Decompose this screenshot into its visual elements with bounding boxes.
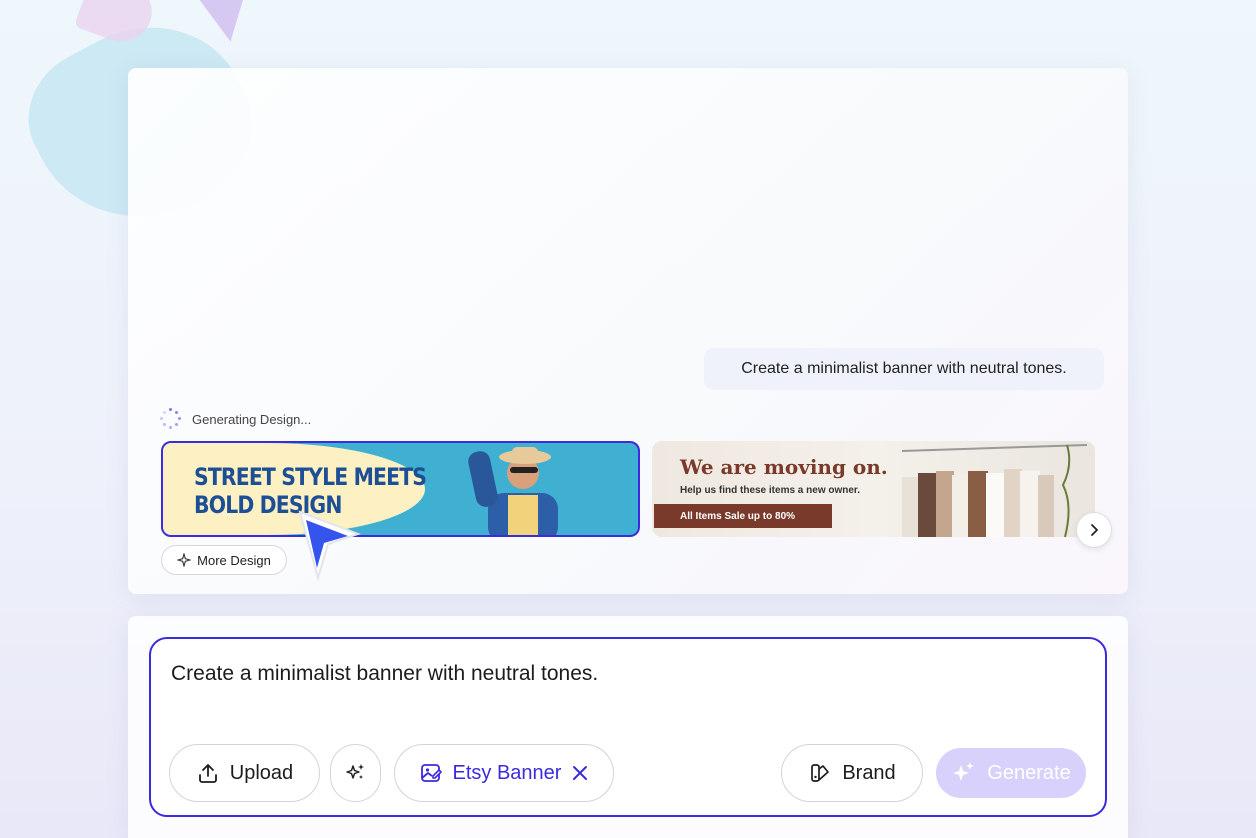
template-chip-etsy-banner[interactable]: Etsy Banner	[394, 744, 614, 802]
close-icon[interactable]	[571, 764, 589, 782]
generate-label: Generate	[987, 761, 1071, 784]
enhance-prompt-button[interactable]	[330, 744, 381, 802]
sale-tag: All Items Sale up to 80%	[654, 504, 832, 528]
prompt-input-text[interactable]: Create a minimalist banner with neutral …	[171, 662, 598, 686]
next-design-button[interactable]	[1076, 512, 1112, 548]
brand-icon	[811, 764, 830, 782]
design-title: We are moving on.	[680, 455, 888, 479]
design-result-card-2[interactable]: We are moving on. Help us find these ite…	[652, 441, 1095, 537]
upload-label: Upload	[229, 761, 294, 784]
headline-line-1: STREET STYLE MEETS	[194, 463, 427, 491]
sparkle-icon	[177, 553, 192, 567]
generating-status-text: Generating Design...	[192, 411, 312, 427]
generate-button[interactable]: Generate	[936, 748, 1086, 798]
spinner-icon	[160, 408, 182, 430]
brand-button[interactable]: Brand	[781, 744, 923, 802]
upload-icon	[198, 764, 217, 783]
sparkle-icon	[953, 762, 975, 781]
more-design-label: More Design	[197, 552, 271, 568]
generating-status: Generating Design...	[160, 408, 311, 430]
model-photo	[468, 447, 558, 535]
design-result-card-1[interactable]: STREET STYLE MEETS BOLD DESIGN	[161, 441, 640, 537]
more-design-button[interactable]: More Design	[161, 545, 287, 575]
chevron-right-icon	[1091, 524, 1098, 536]
decorative-shape	[195, 0, 257, 47]
brand-label: Brand	[842, 761, 896, 784]
magic-sparkle-icon	[345, 764, 364, 779]
template-chip-label: Etsy Banner	[452, 761, 562, 784]
cursor-pointer-icon	[298, 510, 361, 582]
image-edit-icon	[420, 764, 442, 782]
clothing-rack-photo	[901, 444, 1088, 537]
upload-button[interactable]: Upload	[169, 744, 320, 802]
user-message-bubble: Create a minimalist banner with neutral …	[704, 348, 1104, 390]
design-subtitle: Help us find these items a new owner.	[680, 485, 861, 496]
user-message-text: Create a minimalist banner with neutral …	[741, 360, 1067, 377]
